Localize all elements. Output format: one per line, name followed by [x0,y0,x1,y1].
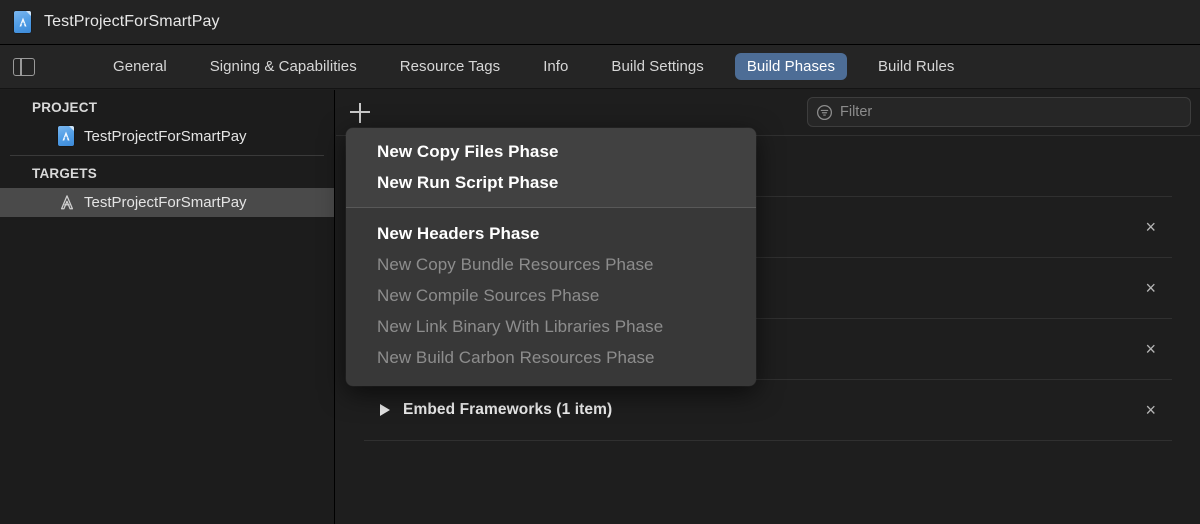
menu-item-new-copy-files-phase[interactable]: New Copy Files Phase [346,136,756,167]
app-target-icon [58,192,75,213]
tab-list: General Signing & Capabilities Resource … [101,53,966,80]
sidebar-group-project-title: PROJECT [32,100,98,115]
phase-title: Embed Frameworks (1 item) [403,401,613,418]
tab-build-phases[interactable]: Build Phases [734,53,847,80]
filter-placeholder: Filter [840,104,873,120]
tab-build-settings[interactable]: Build Settings [599,53,715,80]
tab-info[interactable]: Info [531,53,580,80]
add-build-phase-button[interactable] [347,100,373,126]
remove-phase-button[interactable]: × [1145,279,1156,297]
menu-section-secondary: New Headers Phase New Copy Bundle Resour… [346,208,756,386]
tab-signing-capabilities[interactable]: Signing & Capabilities [198,53,369,80]
tab-build-rules[interactable]: Build Rules [866,53,966,80]
sidebar-toggle-icon[interactable] [13,57,35,76]
sidebar-item-label: TestProjectForSmartPay [84,194,247,211]
sidebar-item-project-testprojectforsmartpay[interactable]: TestProjectForSmartPay [0,122,334,151]
remove-phase-button[interactable]: × [1145,218,1156,236]
add-build-phase-menu: New Copy Files Phase New Run Script Phas… [346,128,756,386]
tab-general[interactable]: General [101,53,179,80]
remove-phase-button[interactable]: × [1145,340,1156,358]
editor-tabbar: General Signing & Capabilities Resource … [0,45,1200,89]
sidebar-item-target-testprojectforsmartpay[interactable]: TestProjectForSmartPay [0,188,334,217]
sidebar-group-targets-title: TARGETS [32,166,97,181]
menu-item-new-link-binary-with-libraries-phase: New Link Binary With Libraries Phase [377,317,664,336]
app-target-glyph [60,195,74,210]
build-phase-row-embed-frameworks[interactable]: Embed Frameworks (1 item) × [364,380,1172,441]
menu-item-new-build-carbon-resources-phase: New Build Carbon Resources Phase [377,348,655,367]
disclosure-triangle-icon[interactable] [380,404,390,416]
window-title: TestProjectForSmartPay [44,13,220,30]
xcode-project-document-icon [14,10,33,34]
menu-item-new-run-script-phase[interactable]: New Run Script Phase [346,167,756,198]
window-titlebar: TestProjectForSmartPay [0,0,1200,45]
sidebar-item-label: TestProjectForSmartPay [84,128,247,145]
filter-icon [816,104,833,120]
tab-resource-tags[interactable]: Resource Tags [388,53,512,80]
menu-section-primary: New Copy Files Phase New Run Script Phas… [346,128,756,207]
project-document-icon [58,126,75,147]
filter-input[interactable]: Filter [807,97,1191,127]
remove-phase-button[interactable]: × [1145,401,1156,419]
menu-item-new-compile-sources-phase: New Compile Sources Phase [377,286,600,305]
project-navigator-sidebar: PROJECT TestProjectForSmartPay TARGETS T… [0,90,335,524]
menu-item-new-headers-phase[interactable]: New Headers Phase [346,218,756,249]
xcode-hammer-glyph [62,131,70,141]
menu-item-new-copy-bundle-resources-phase: New Copy Bundle Resources Phase [377,255,654,274]
xcode-hammer-glyph [19,17,26,27]
